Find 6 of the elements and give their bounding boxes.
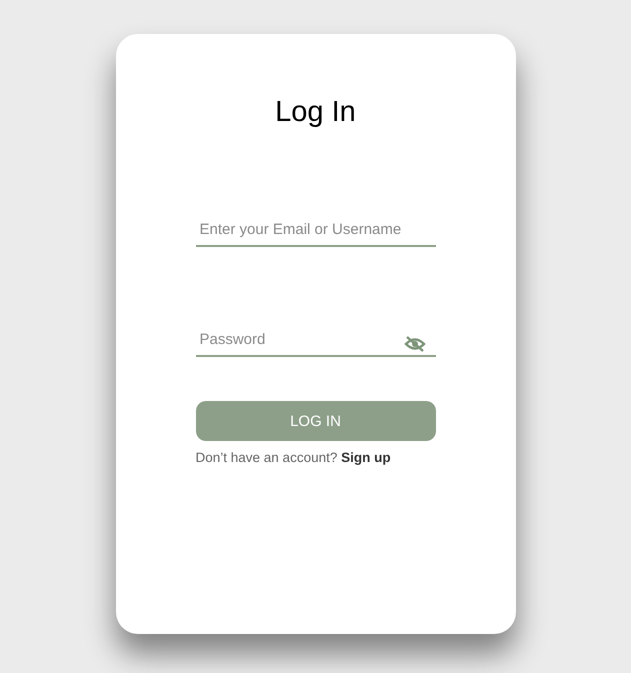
- signup-prompt: Don’t have an account? Sign up: [196, 450, 392, 465]
- username-field[interactable]: Enter your Email or Username: [196, 213, 436, 247]
- password-field[interactable]: Password: [196, 323, 436, 357]
- page-title: Log In: [275, 96, 356, 129]
- signup-link[interactable]: Sign up: [341, 450, 391, 465]
- eye-slash-icon[interactable]: [404, 335, 426, 353]
